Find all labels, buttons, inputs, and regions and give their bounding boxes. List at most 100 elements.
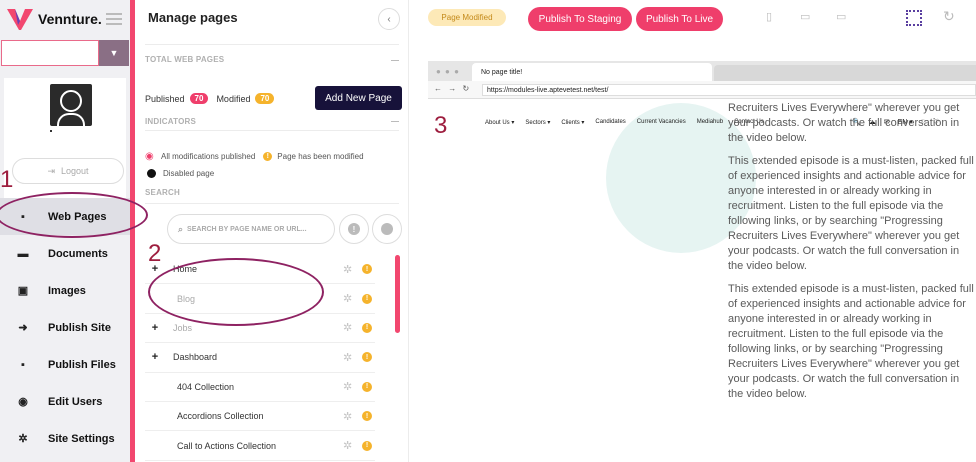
divider xyxy=(145,44,399,45)
annotation-ellipse-web-pages xyxy=(0,192,148,238)
modified-label: Modified xyxy=(216,93,251,104)
gear-icon[interactable]: ✲ xyxy=(343,439,352,452)
status-badge: Page Modified xyxy=(428,9,506,26)
annotation-step-2: 2 xyxy=(148,240,162,267)
disabled-dot-icon xyxy=(147,169,156,178)
site-nav-item[interactable]: Clients ▾ xyxy=(561,119,584,126)
desktop-view-icon[interactable]: ▭ xyxy=(836,10,846,23)
page-row-dashboard[interactable]: + Dashboard ✲ ! xyxy=(145,343,375,373)
nav-item-label: Images xyxy=(48,284,86,297)
annotation-step-1: 1 xyxy=(0,166,14,193)
nav-item-publish-site[interactable]: ➜ Publish Site xyxy=(0,309,130,346)
gear-icon[interactable]: ✲ xyxy=(343,410,352,423)
tablet-view-icon[interactable]: ▭ xyxy=(800,10,810,23)
window-controls: ● ● ● xyxy=(436,67,460,76)
search-icon: ⌕ xyxy=(178,223,184,234)
refresh-icon[interactable]: ↻ xyxy=(943,8,955,25)
total-pages-label: TOTAL WEB PAGES xyxy=(145,55,225,64)
page-counts: Published 70 Modified 70 xyxy=(145,93,282,104)
search-placeholder: SEARCH BY PAGE NAME OR URL... xyxy=(187,225,307,233)
indicator-disabled: Disabled page xyxy=(163,169,215,178)
eye-icon: ◉ xyxy=(145,151,154,162)
publish-file-icon: ▪ xyxy=(21,358,25,371)
qr-code-icon[interactable] xyxy=(906,10,922,26)
add-new-page-button[interactable]: Add New Page xyxy=(315,86,402,110)
chevron-down-icon[interactable]: ▼ xyxy=(99,40,129,66)
expand-icon[interactable]: + xyxy=(145,351,165,363)
nav-item-label: Site Settings xyxy=(48,432,115,445)
published-label: Published xyxy=(145,93,185,104)
logout-button[interactable]: ⇥ Logout xyxy=(12,158,124,184)
nav-item-edit-users[interactable]: ◉ Edit Users xyxy=(0,383,130,420)
filter-info-button[interactable]: ! xyxy=(339,214,369,244)
page-name: Accordions Collection xyxy=(177,411,264,422)
browser-url-bar: ← → ↻ https://modules-live.aptevetest.ne… xyxy=(428,81,976,99)
gear-icon[interactable]: ✲ xyxy=(343,321,352,334)
info-icon: ! xyxy=(348,223,360,235)
article-paragraph: Recruiters Lives Everywhere" wherever yo… xyxy=(728,102,960,144)
publish-to-staging-button[interactable]: Publish To Staging xyxy=(528,7,632,31)
browser-tab[interactable]: No page title! xyxy=(472,63,712,81)
search-input[interactable]: ⌕ SEARCH BY PAGE NAME OR URL... xyxy=(167,214,335,244)
nav-item-label: Edit Users xyxy=(48,395,103,408)
page-row-accordions-collection[interactable]: Accordions Collection ✲ ! xyxy=(145,402,375,432)
annotation-step-3: 3 xyxy=(434,112,448,139)
site-nav-item[interactable]: Mediahub xyxy=(697,119,723,126)
collapse-indicators-icon[interactable] xyxy=(391,121,399,122)
page-name: Call to Actions Collection xyxy=(177,440,277,451)
chevron-left-icon: ‹ xyxy=(387,13,391,25)
divider xyxy=(145,203,399,204)
warning-icon: ! xyxy=(362,293,372,304)
brand-logo-icon xyxy=(7,9,33,30)
app-root: Vennture. ▼ ⇥ Logout ▪ Web Pages ▬ Docum… xyxy=(0,0,976,462)
site-selector[interactable]: ▼ xyxy=(1,40,129,66)
browser-tab-bar: ● ● ● No page title! xyxy=(428,61,976,81)
site-navigation: About Us ▾ Sectors ▾ Clients ▾ Candidate… xyxy=(485,119,764,126)
nav-item-label: Publish Files xyxy=(48,358,116,371)
manage-pages-panel: Manage pages ‹ TOTAL WEB PAGES Published… xyxy=(135,0,409,462)
gear-icon[interactable]: ✲ xyxy=(343,263,352,276)
brand-name: Vennture. xyxy=(38,11,102,27)
site-nav-item[interactable]: Current Vacancies xyxy=(637,119,686,126)
info-icon: ! xyxy=(263,152,273,161)
mobile-view-icon[interactable]: ▯ xyxy=(766,10,772,23)
nav-item-images[interactable]: ▣ Images xyxy=(0,272,130,309)
collapse-total-icon[interactable] xyxy=(391,60,399,61)
logout-label: Logout xyxy=(61,166,89,176)
browser-nav-icons[interactable]: ← → ↻ xyxy=(434,84,471,93)
page-row-call-to-actions-collection[interactable]: Call to Actions Collection ✲ ! xyxy=(145,431,375,461)
browser-tab-empty xyxy=(714,65,976,81)
gear-icon[interactable]: ✲ xyxy=(343,292,352,305)
page-list-scrollbar[interactable] xyxy=(395,255,400,333)
nav-item-site-settings[interactable]: ✲ Site Settings xyxy=(0,420,130,457)
logout-icon: ⇥ xyxy=(47,165,55,176)
site-selector-field[interactable] xyxy=(1,40,99,66)
article-body: Recruiters Lives Everywhere" wherever yo… xyxy=(728,101,976,410)
page-row-404-collection[interactable]: 404 Collection ✲ ! xyxy=(145,373,375,402)
filter-disabled-button[interactable] xyxy=(372,214,402,244)
nav-item-publish-files[interactable]: ▪ Publish Files xyxy=(0,346,130,383)
expand-icon[interactable]: + xyxy=(145,322,165,334)
site-nav-item[interactable]: About Us ▾ xyxy=(485,119,514,126)
nav-item-documents[interactable]: ▬ Documents xyxy=(0,235,130,272)
modified-count-badge: 70 xyxy=(255,93,275,104)
search-label: SEARCH xyxy=(145,188,180,197)
collapse-panel-button[interactable]: ‹ xyxy=(378,8,400,30)
brand[interactable]: Vennture. xyxy=(6,6,102,32)
nav-item-label: Publish Site xyxy=(48,321,111,334)
gear-icon[interactable]: ✲ xyxy=(343,380,352,393)
profile-name-placeholder xyxy=(50,130,52,132)
publish-to-live-button[interactable]: Publish To Live xyxy=(636,7,723,31)
indicator-row: ◉ All modifications published ! Page has… xyxy=(145,151,364,162)
site-nav-item[interactable]: Sectors ▾ xyxy=(525,119,550,126)
article-paragraph: This extended episode is a must-listen, … xyxy=(728,155,974,272)
gear-icon[interactable]: ✲ xyxy=(343,351,352,364)
image-icon: ▣ xyxy=(17,285,29,297)
site-nav-item[interactable]: Candidates xyxy=(595,119,625,126)
gear-icon: ✲ xyxy=(18,433,28,445)
url-field[interactable]: https://modules-live.aptevetest.net/test… xyxy=(482,84,976,96)
divider xyxy=(145,130,399,131)
warning-icon: ! xyxy=(362,322,372,333)
hamburger-icon[interactable] xyxy=(106,13,122,25)
user-icon: ◉ xyxy=(18,396,28,408)
